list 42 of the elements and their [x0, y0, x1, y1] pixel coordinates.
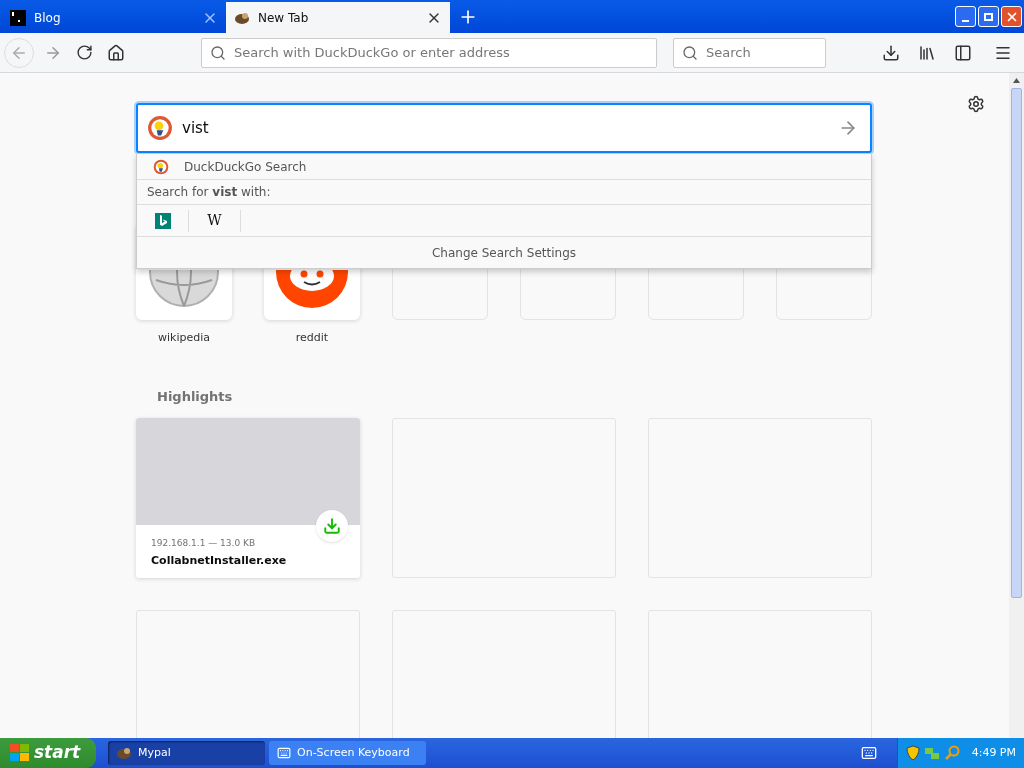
- section-title: Highlights: [157, 387, 234, 406]
- restore-button[interactable]: [978, 6, 999, 27]
- card-meta: 192.168.1.1 — 13.0 KB: [151, 537, 257, 550]
- minimize-button[interactable]: [955, 6, 976, 27]
- highlight-card[interactable]: 192.168.1.1 — 13.0 KB CollabnetInstaller.exe: [136, 418, 360, 578]
- clock: 4:49 PM: [971, 744, 1016, 761]
- keyboard-icon: [277, 746, 291, 760]
- close-window-button[interactable]: [1001, 6, 1022, 27]
- tab-title: New Tab: [258, 9, 310, 27]
- scroll-up-arrow-icon[interactable]: [1013, 78, 1020, 83]
- wikipedia-engine-button[interactable]: W: [207, 210, 222, 231]
- settings-icon[interactable]: [967, 95, 985, 113]
- newtab-search-field[interactable]: vist: [136, 103, 872, 153]
- sidebar-icon[interactable]: [954, 43, 972, 62]
- home-icon[interactable]: [107, 43, 125, 62]
- keyboard-icon[interactable]: [860, 745, 877, 761]
- search-icon: [210, 44, 226, 61]
- scrollbar[interactable]: [1009, 73, 1024, 738]
- tab-title: Blog: [34, 9, 62, 27]
- search-field[interactable]: Search: [673, 37, 826, 68]
- library-icon[interactable]: [918, 43, 936, 62]
- browser-tab[interactable]: New Tab: [226, 2, 450, 33]
- site-icon: [10, 9, 26, 26]
- engine-b-icon[interactable]: [154, 212, 171, 229]
- download-icon[interactable]: [882, 43, 900, 62]
- download-badge: [316, 510, 348, 542]
- change-settings-button[interactable]: Change Search Settings: [137, 237, 871, 268]
- search-with-label: Search for vist with:: [147, 184, 271, 201]
- windows-logo-icon: [10, 744, 30, 762]
- reload-icon[interactable]: [76, 44, 93, 61]
- shield-icon[interactable]: [905, 745, 920, 761]
- taskbar-button[interactable]: Mypal: [108, 741, 265, 765]
- search-icon: [682, 44, 698, 61]
- suggestion-item[interactable]: DuckDuckGo Search: [137, 154, 871, 180]
- card-title: CollabnetInstaller.exe: [151, 552, 288, 569]
- top-site-label: reddit: [295, 330, 329, 346]
- address-field[interactable]: Search with DuckDuckGo or enter address: [201, 37, 657, 68]
- browser-tab[interactable]: Blog: [2, 2, 226, 33]
- globe-icon: [148, 270, 220, 308]
- taskbar-button[interactable]: On-Screen Keyboard: [269, 741, 426, 765]
- top-site-label: wikipedia: [158, 330, 210, 346]
- start-button[interactable]: start: [0, 738, 96, 768]
